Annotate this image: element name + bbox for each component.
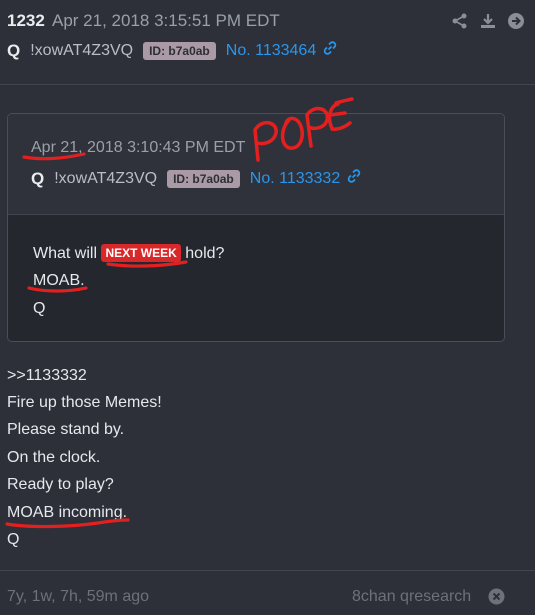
quoted-line-1: What will NEXT WEEK hold?: [33, 244, 224, 263]
quoted-post-body: What will NEXT WEEK hold? MOAB. Q: [8, 214, 504, 341]
tripcode: !xowAT4Z3VQ: [30, 41, 134, 59]
quoted-author-row: Q !xowAT4Z3VQ ID: b7a0ab No. 1133332: [31, 168, 362, 189]
quoted-author-name: Q: [31, 168, 45, 188]
goto-arrow-icon[interactable]: [507, 12, 525, 30]
post-author-row: Q !xowAT4Z3VQ ID: b7a0ab No. 1133464: [7, 40, 338, 61]
quoted-post-ref-link[interactable]: No. 1133332: [250, 170, 340, 188]
quoted-id-badge[interactable]: ID: b7a0ab: [167, 169, 240, 188]
quoted-line-2: MOAB.: [33, 272, 85, 289]
header-actions: [451, 12, 525, 30]
post-age: 7y, 1w, 7h, 59m ago: [7, 588, 150, 605]
reply-link-line[interactable]: >>1133332: [7, 367, 87, 385]
post-header: 1232 Apr 21, 2018 3:15:51 PM EDT Q !xowA…: [7, 10, 535, 80]
link-icon[interactable]: [346, 168, 362, 189]
quoted-tripcode: !xowAT4Z3VQ: [54, 169, 158, 187]
next-week-badge: NEXT WEEK: [101, 244, 181, 262]
close-icon[interactable]: [488, 588, 505, 605]
quoted-post-header: Apr 21, 2018 3:10:43 PM EDT Q !xowAT4Z3V…: [8, 114, 504, 214]
body-line: Fire up those Memes!: [7, 394, 162, 411]
body-line: On the clock.: [7, 449, 101, 466]
quoted-line1-before: What will: [33, 245, 98, 262]
footer-divider: [0, 570, 535, 571]
author-name: Q: [7, 40, 21, 60]
share-icon[interactable]: [451, 12, 469, 30]
body-line: Please stand by.: [7, 421, 125, 438]
header-divider: [0, 84, 535, 85]
body-line: MOAB incoming.: [7, 504, 128, 521]
body-line: Ready to play?: [7, 476, 114, 493]
quoted-line-3: Q: [33, 300, 46, 317]
quoted-line1-after: hold?: [185, 245, 225, 262]
id-badge[interactable]: ID: b7a0ab: [143, 41, 216, 60]
post-timestamp: Apr 21, 2018 3:15:51 PM EDT: [52, 11, 280, 30]
post-number: 1232: [7, 11, 45, 30]
quoted-post: Apr 21, 2018 3:10:43 PM EDT Q !xowAT4Z3V…: [7, 113, 505, 342]
post-ref-link[interactable]: No. 1133464: [226, 42, 316, 60]
source-label: 8chan qresearch: [352, 588, 472, 605]
download-icon[interactable]: [479, 12, 497, 30]
link-icon[interactable]: [322, 40, 338, 61]
quoted-timestamp: Apr 21, 2018 3:10:43 PM EDT: [31, 139, 246, 156]
body-line: Q: [7, 531, 20, 548]
